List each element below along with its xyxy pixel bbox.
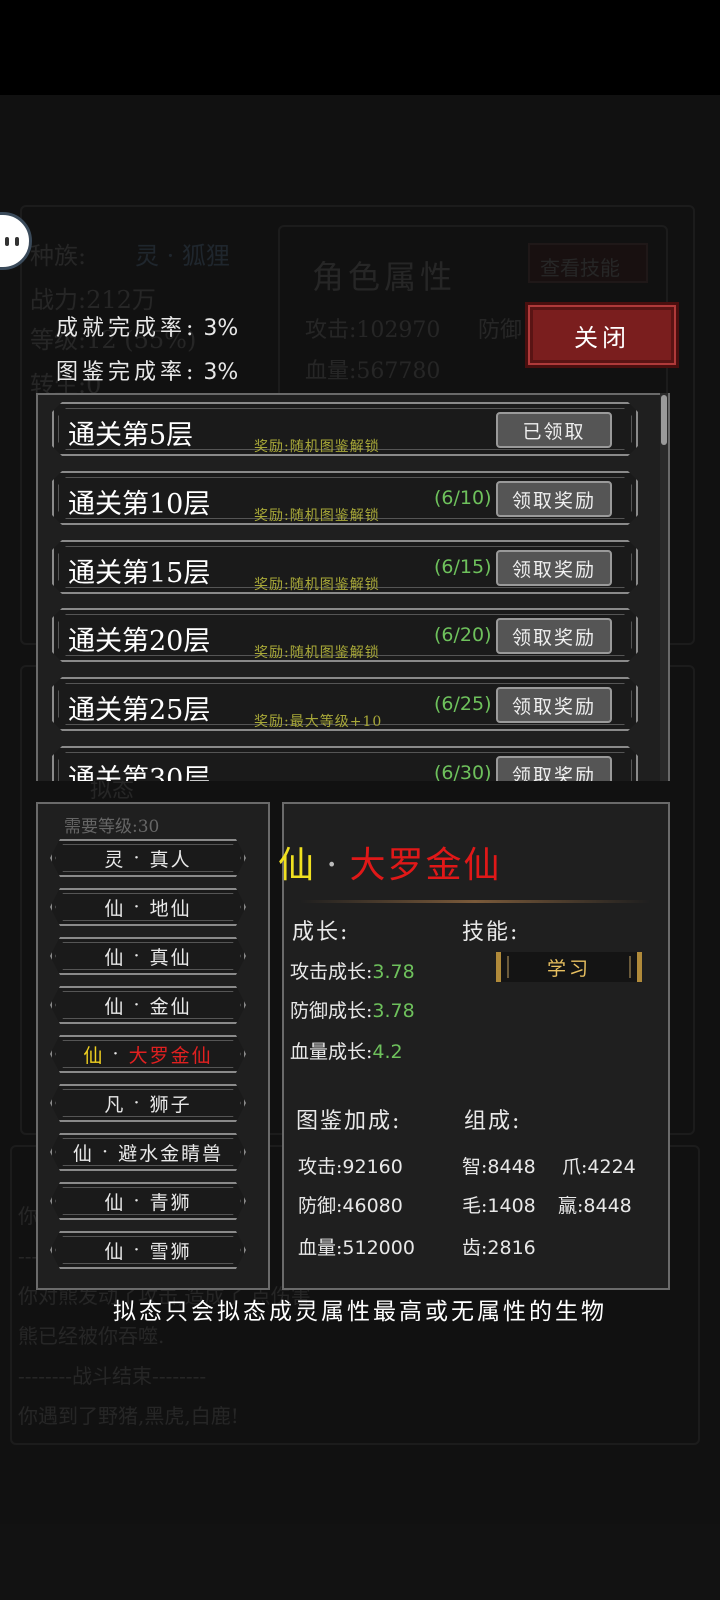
- hp-bonus: 血量:512000: [298, 1233, 415, 1260]
- hp-growth-label: 血量成长:: [290, 1041, 373, 1063]
- species-title-race: 仙: [278, 845, 317, 886]
- species-item[interactable]: 仙 · 金仙: [50, 986, 246, 1024]
- achievement-reward: 奖励:最大等级+10: [254, 714, 383, 730]
- claw-value: 4224: [587, 1156, 636, 1178]
- close-button[interactable]: 关闭: [525, 302, 679, 368]
- claimed-button[interactable]: 已领取: [496, 412, 612, 448]
- species-item[interactable]: 灵 · 真人: [50, 839, 246, 877]
- attack-growth: 攻击成长:3.78: [290, 957, 415, 984]
- defense-bonus-label: 防御:: [298, 1195, 343, 1217]
- achievement-progress: (6/30): [434, 762, 492, 781]
- species-title-name: 大罗金仙: [349, 845, 502, 886]
- wisdom-label: 智:: [462, 1156, 488, 1178]
- species-item[interactable]: 仙 · 雪狮: [50, 1231, 246, 1269]
- wisdom-value: 8448: [487, 1156, 536, 1178]
- claim-reward-button[interactable]: 领取奖励: [496, 550, 612, 586]
- achievement-title: 通关第25层: [68, 695, 211, 726]
- claim-reward-button[interactable]: 领取奖励: [496, 481, 612, 517]
- learn-skill-button[interactable]: 学习: [496, 952, 642, 982]
- mimic-hint: 拟态只会拟态成灵属性最高或无属性的生物: [113, 1299, 607, 1325]
- species-item[interactable]: 凡 · 狮子: [50, 1084, 246, 1122]
- species-item[interactable]: 仙 · 真仙: [50, 937, 246, 975]
- title-divider: [300, 900, 650, 903]
- achievement-row: 通关第10层 奖励:随机图鉴解锁 (6/10) 领取奖励: [52, 471, 638, 525]
- growth-heading: 成长:: [292, 920, 350, 945]
- achievement-progress: (6/15): [434, 556, 492, 578]
- achievement-scrollbar[interactable]: [660, 393, 668, 781]
- achievement-reward: 奖励:随机图鉴解锁: [254, 577, 380, 593]
- species-item[interactable]: 仙 · 地仙: [50, 888, 246, 926]
- attack-bonus-label: 攻击:: [298, 1156, 343, 1178]
- attack-growth-value: 3.78: [372, 961, 415, 983]
- title-separator: ·: [326, 845, 340, 886]
- achievement-rate-label: 成就完成率:: [56, 316, 198, 341]
- species-item-selected[interactable]: 仙 · 大罗金仙: [50, 1035, 246, 1073]
- codex-rate-label: 图鉴完成率:: [56, 360, 198, 385]
- achievement-progress: (6/25): [434, 693, 492, 715]
- achievement-title: 通关第5层: [68, 420, 194, 451]
- achievement-title: 通关第20层: [68, 626, 211, 657]
- achievement-title: 通关第10层: [68, 489, 211, 520]
- fur-value: 1408: [487, 1195, 536, 1217]
- achievement-row: 通关第20层 奖励:随机图鉴解锁 (6/20) 领取奖励: [52, 608, 638, 662]
- eye-icon: [15, 237, 19, 246]
- scale-part: 羸:8448: [558, 1191, 632, 1218]
- species-item[interactable]: 仙 · 青狮: [50, 1182, 246, 1220]
- eye-icon: [5, 237, 9, 246]
- achievement-title: 通关第15层: [68, 558, 211, 589]
- attack-bonus: 攻击:92160: [298, 1152, 403, 1179]
- codex-rate: 图鉴完成率: 3%: [56, 354, 238, 386]
- claim-reward-button[interactable]: 领取奖励: [496, 756, 612, 781]
- achievement-progress: (6/20): [434, 624, 492, 646]
- species-list-partial-item: 需要等级:30: [64, 817, 160, 837]
- tooth-value: 2816: [487, 1237, 536, 1259]
- wisdom-part: 智:8448: [462, 1152, 536, 1179]
- fur-part: 毛:1408: [462, 1191, 536, 1218]
- claw-label: 爪:: [562, 1156, 588, 1178]
- species-list[interactable]: 需要等级:30 灵 · 真人 仙 · 地仙 仙 · 真仙 仙 · 金仙 仙 · …: [36, 802, 270, 1290]
- scale-value: 8448: [583, 1195, 632, 1217]
- achievement-row: 通关第15层 奖励:随机图鉴解锁 (6/15) 领取奖励: [52, 540, 638, 594]
- species-title: 仙 · 大罗金仙: [278, 836, 501, 888]
- achievement-row: 通关第30层 (6/30) 领取奖励: [52, 746, 638, 781]
- achievement-title: 通关第30层: [68, 764, 211, 781]
- tooth-part: 齿:2816: [462, 1233, 536, 1260]
- composition-heading: 组成:: [464, 1109, 522, 1134]
- defense-growth-value: 3.78: [372, 1000, 415, 1022]
- fur-label: 毛:: [462, 1195, 488, 1217]
- skills-heading: 技能:: [462, 920, 520, 945]
- achievement-row: 通关第25层 奖励:最大等级+10 (6/25) 领取奖励: [52, 677, 638, 731]
- scrollbar-thumb[interactable]: [661, 395, 667, 445]
- hp-growth-value: 4.2: [372, 1041, 403, 1063]
- achievement-list[interactable]: 通关第5层 奖励:随机图鉴解锁 已领取 通关第10层 奖励:随机图鉴解锁 (6/…: [36, 393, 670, 781]
- hp-bonus-value: 512000: [342, 1237, 415, 1259]
- defense-bonus: 防御:46080: [298, 1191, 403, 1218]
- defense-bonus-value: 46080: [342, 1195, 403, 1217]
- defense-growth-label: 防御成长:: [290, 1000, 373, 1022]
- claim-reward-button[interactable]: 领取奖励: [496, 687, 612, 723]
- achievement-reward: 奖励:随机图鉴解锁: [254, 645, 380, 661]
- attack-growth-label: 攻击成长:: [290, 961, 373, 983]
- species-item[interactable]: 仙 · 避水金睛兽: [50, 1133, 246, 1171]
- hp-growth: 血量成长:4.2: [290, 1037, 403, 1064]
- attack-bonus-value: 92160: [342, 1156, 403, 1178]
- achievement-rate: 成就完成率: 3%: [56, 310, 238, 342]
- achievement-reward: 奖励:随机图鉴解锁: [254, 439, 380, 455]
- tooth-label: 齿:: [462, 1237, 488, 1259]
- hp-bonus-label: 血量:: [298, 1237, 343, 1259]
- achievement-rate-value: 3%: [203, 316, 239, 341]
- scale-label: 羸:: [558, 1195, 584, 1217]
- codex-rate-value: 3%: [203, 360, 239, 385]
- claim-reward-button[interactable]: 领取奖励: [496, 618, 612, 654]
- defense-growth: 防御成长:3.78: [290, 996, 415, 1023]
- codex-bonus-heading: 图鉴加成:: [296, 1109, 402, 1134]
- claw-part: 爪:4224: [562, 1152, 636, 1179]
- achievement-progress: (6/10): [434, 487, 492, 509]
- achievement-reward: 奖励:随机图鉴解锁: [254, 508, 380, 524]
- achievement-row: 通关第5层 奖励:随机图鉴解锁 已领取: [52, 402, 638, 456]
- status-bar: [0, 0, 720, 95]
